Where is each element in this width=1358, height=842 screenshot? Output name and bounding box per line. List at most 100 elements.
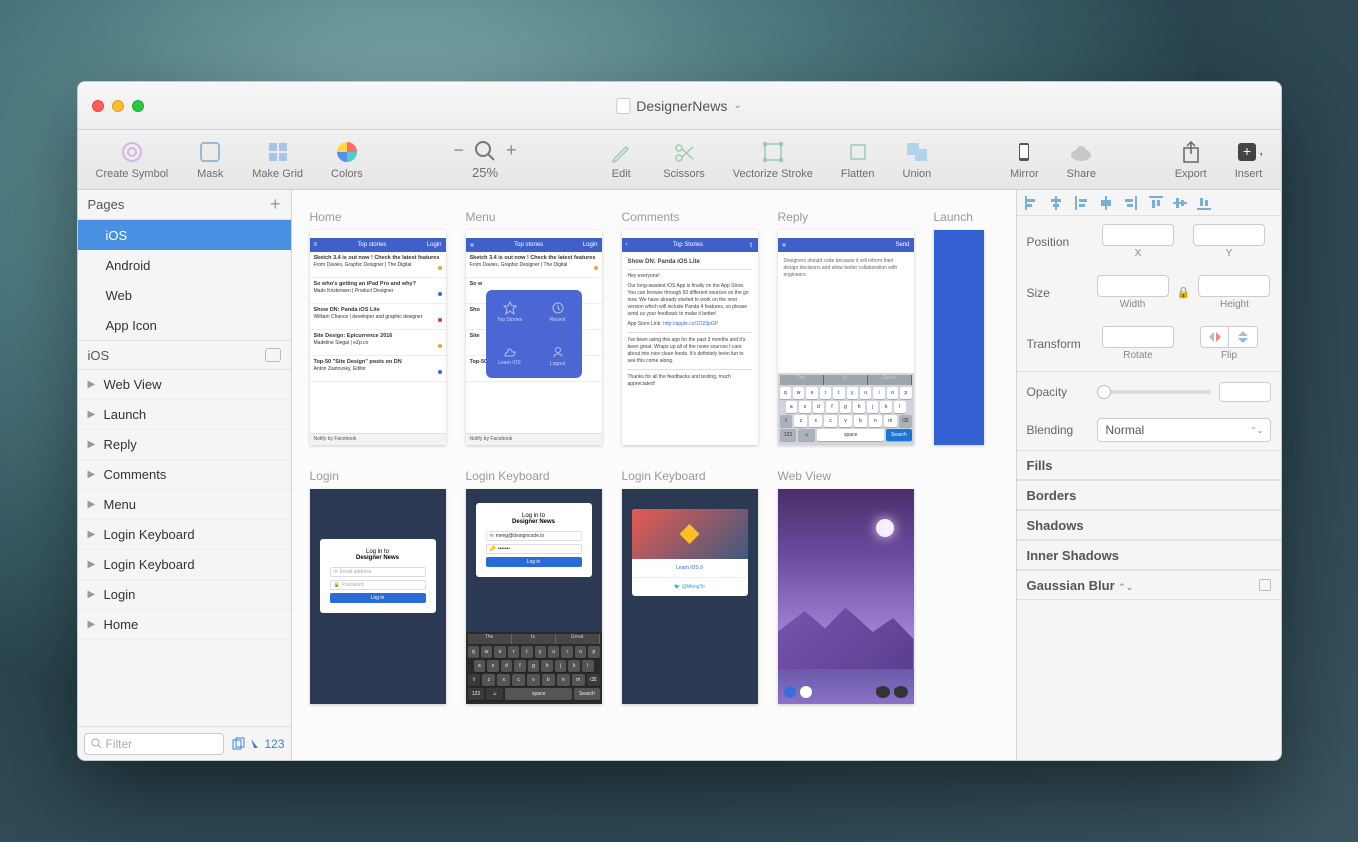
blur-checkbox[interactable] <box>1259 579 1271 591</box>
artboard-login[interactable]: Log in toDesigner News ✉Email address 🔒P… <box>310 489 446 704</box>
page-item-web[interactable]: Web <box>78 280 291 310</box>
layer-item[interactable]: ▶Home <box>78 610 291 640</box>
collapse-icon[interactable] <box>265 348 281 362</box>
align-bar <box>1017 190 1281 216</box>
inspector-panel: Position X Y Size Width 🔒 Height Transfo… <box>1016 190 1281 760</box>
blending-label: Blending <box>1027 423 1089 437</box>
zoom-label: 25% <box>472 165 498 180</box>
artboard-comments[interactable]: ‹Top Stories⇪ Show DN: Panda iOS Lite He… <box>622 230 758 445</box>
flip-h-icon[interactable] <box>1201 327 1229 347</box>
align-vcenter-icon[interactable] <box>1173 196 1187 210</box>
artboard-label[interactable]: Comments <box>622 210 758 224</box>
layer-item[interactable]: ▶Login Keyboard <box>78 550 291 580</box>
layer-item[interactable]: ▶Launch <box>78 400 291 430</box>
document-icon <box>616 98 630 114</box>
pages-list: iOS Android Web App Icon <box>78 220 291 340</box>
artboard-label[interactable]: Launch <box>934 210 1016 224</box>
maximize-icon[interactable] <box>132 100 144 112</box>
width-input[interactable] <box>1097 275 1169 297</box>
insert-button[interactable]: +▾ Insert <box>1227 139 1271 180</box>
align-left-icon[interactable] <box>1075 196 1089 210</box>
create-symbol-button[interactable]: Create Symbol <box>88 139 177 180</box>
mirror-icon <box>1010 139 1038 165</box>
mirror-button[interactable]: Mirror <box>1002 139 1047 180</box>
blending-dropdown[interactable]: Normal⌃⌄ <box>1097 418 1271 442</box>
layer-item[interactable]: ▶Menu <box>78 490 291 520</box>
zoom-control[interactable]: − + 25% <box>434 140 537 180</box>
opacity-slider[interactable] <box>1097 390 1211 394</box>
layer-item[interactable]: ▶Reply <box>78 430 291 460</box>
layer-item[interactable]: ▶Login Keyboard <box>78 520 291 550</box>
artboard-home[interactable]: ≡Top storiesLogin Sketch 3.4 is out now … <box>310 230 446 445</box>
artboard-label[interactable]: Menu <box>466 210 602 224</box>
add-page-icon[interactable]: + <box>270 194 281 215</box>
symbol-icon <box>118 139 146 165</box>
search-icon <box>91 738 102 749</box>
layer-item[interactable]: ▶Login <box>78 580 291 610</box>
flip-buttons[interactable] <box>1200 326 1258 348</box>
position-y-input[interactable] <box>1193 224 1265 246</box>
align-center-icon[interactable] <box>1049 196 1063 210</box>
artboard-menu[interactable]: ✕Top storiesLogin Sketch 3.4 is out now … <box>466 230 602 445</box>
magnifier-icon <box>474 140 496 162</box>
layer-item[interactable]: ▶Web View <box>78 370 291 400</box>
borders-section[interactable]: Borders <box>1017 480 1281 510</box>
artboard-label[interactable]: Reply <box>778 210 914 224</box>
zoom-out-icon[interactable]: − <box>454 140 465 161</box>
filter-meta[interactable]: 123 <box>232 737 284 751</box>
grid-icon <box>264 139 292 165</box>
align-top-icon[interactable] <box>1149 196 1163 210</box>
flip-v-icon[interactable] <box>1229 327 1257 347</box>
artboard-label[interactable]: Web View <box>778 469 914 483</box>
zoom-in-icon[interactable]: + <box>506 140 517 161</box>
export-button[interactable]: Export <box>1167 139 1215 180</box>
rotate-input[interactable] <box>1102 326 1174 348</box>
fills-section[interactable]: Fills <box>1017 450 1281 480</box>
artboard-launch[interactable] <box>934 230 984 445</box>
artboard-webview[interactable]: ‹› <box>778 489 914 704</box>
close-icon[interactable] <box>92 100 104 112</box>
slice-icon <box>249 737 260 750</box>
share-button[interactable]: Share <box>1059 139 1104 180</box>
vectorize-button[interactable]: Vectorize Stroke <box>725 139 821 180</box>
align-left-icon[interactable] <box>1025 196 1039 210</box>
minimize-icon[interactable] <box>112 100 124 112</box>
filter-input[interactable]: Filter <box>84 733 225 755</box>
edit-button[interactable]: Edit <box>599 139 643 180</box>
window-title[interactable]: DesignerNews ⌄ <box>616 98 741 114</box>
lock-icon[interactable]: 🔒 <box>1177 286 1191 299</box>
canvas[interactable]: Home ≡Top storiesLogin Sketch 3.4 is out… <box>292 190 1016 760</box>
mask-button[interactable]: Mask <box>188 139 232 180</box>
layer-section-header[interactable]: iOS <box>78 340 291 370</box>
copy-icon <box>232 737 245 750</box>
artboard-label[interactable]: Login Keyboard <box>622 469 758 483</box>
artboard-login-keyboard[interactable]: Log in toDesigner News ✉meng@designcode.… <box>466 489 602 704</box>
align-bottom-icon[interactable] <box>1197 196 1211 210</box>
inner-shadows-section[interactable]: Inner Shadows <box>1017 540 1281 570</box>
page-item-android[interactable]: Android <box>78 250 291 280</box>
align-hcenter-icon[interactable] <box>1099 196 1113 210</box>
page-item-appicon[interactable]: App Icon <box>78 310 291 340</box>
shadows-section[interactable]: Shadows <box>1017 510 1281 540</box>
colors-button[interactable]: Colors <box>323 139 371 180</box>
artboard-label[interactable]: Login Keyboard <box>466 469 602 483</box>
left-panel: Pages + iOS Android Web App Icon iOS ▶We… <box>78 190 292 760</box>
position-x-input[interactable] <box>1102 224 1174 246</box>
titlebar: DesignerNews ⌄ <box>78 82 1281 130</box>
page-item-ios[interactable]: iOS <box>78 220 291 250</box>
scissors-button[interactable]: Scissors <box>655 139 713 180</box>
height-input[interactable] <box>1198 275 1270 297</box>
artboard-label[interactable]: Home <box>310 210 446 224</box>
opacity-input[interactable] <box>1219 382 1271 402</box>
mask-icon <box>196 139 224 165</box>
artboard-login-keyboard-2[interactable]: Learn iOS 9 🐦 @MengTo <box>622 489 758 704</box>
make-grid-button[interactable]: Make Grid <box>244 139 311 180</box>
union-button[interactable]: Union <box>895 139 940 180</box>
layer-item[interactable]: ▶Comments <box>78 460 291 490</box>
opacity-label: Opacity <box>1027 385 1089 399</box>
artboard-label[interactable]: Login <box>310 469 446 483</box>
align-right-icon[interactable] <box>1123 196 1137 210</box>
blur-section[interactable]: Gaussian Blur ⌃⌄ <box>1017 570 1281 600</box>
flatten-button[interactable]: Flatten <box>833 139 883 180</box>
artboard-reply[interactable]: ✕Send Designers should code because it w… <box>778 230 914 445</box>
